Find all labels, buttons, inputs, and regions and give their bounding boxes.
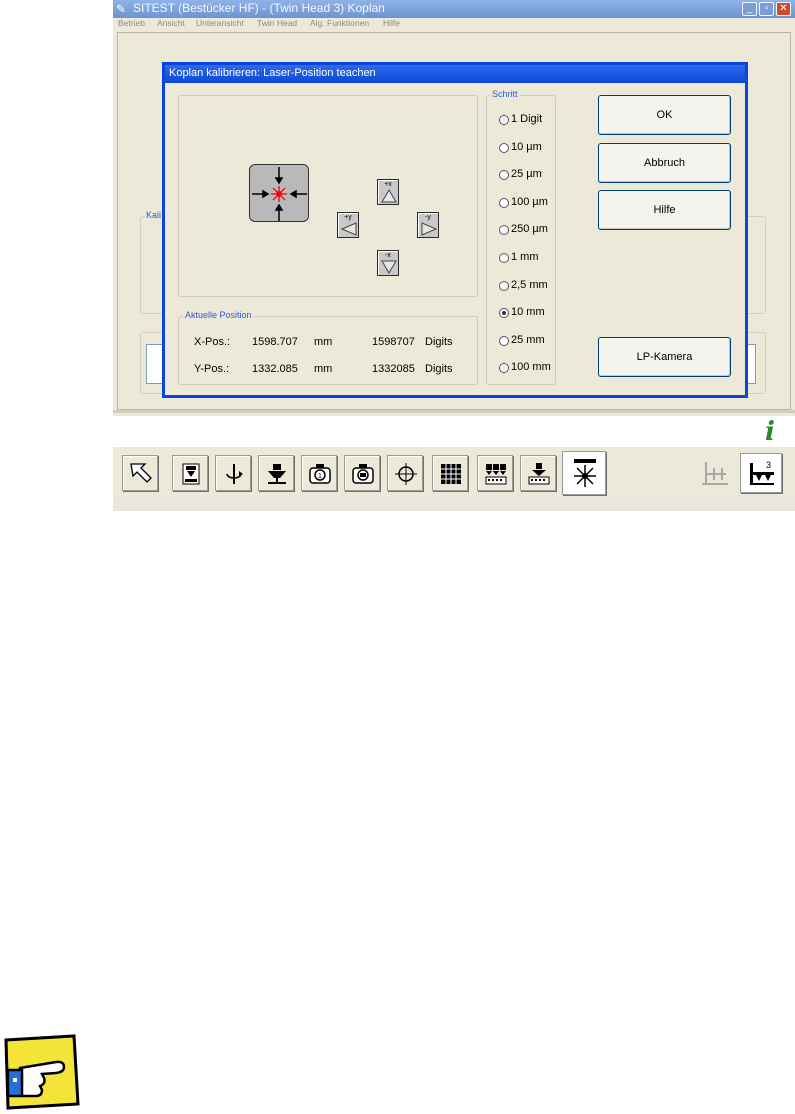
jog-plus-x-label: +x [384, 181, 392, 188]
menu-ansicht[interactable]: Ansicht [157, 18, 185, 28]
radio-button-icon[interactable] [499, 197, 509, 208]
y-pos-mm-unit: mm [314, 363, 333, 375]
step-option-label: 2,5 mm [511, 278, 548, 291]
step-option-label: 1 mm [511, 251, 539, 263]
camera-2-icon[interactable] [344, 455, 380, 491]
position-group-label: Aktuelle Position [183, 310, 254, 320]
menu-twin-head[interactable]: Twin Head [257, 18, 297, 28]
dialog-title-bar: Koplan kalibrieren: Laser-Position teach… [165, 65, 745, 83]
background-group-label: Kali [145, 210, 163, 220]
ok-button[interactable]: OK [598, 95, 731, 135]
dialog-title: Koplan kalibrieren: Laser-Position teach… [169, 67, 376, 79]
camera-1-icon[interactable]: 1 [301, 455, 337, 491]
step-radio-list: 1 Digit 10 µm 25 µm 100 µm 250 µm 1 mm 2,5 mm 1… [499, 113, 555, 383]
twin-head-number: 3 [766, 460, 771, 470]
menu-betrieb[interactable]: Betrieb [118, 18, 145, 28]
rotate-axis-icon[interactable] [215, 455, 251, 491]
jog-minus-x-button[interactable]: -x [377, 250, 399, 276]
minimize-button[interactable]: _ [742, 2, 757, 16]
step-option[interactable]: 2,5 mm [499, 279, 559, 293]
step-option[interactable]: 1 mm [499, 251, 559, 265]
radio-button-icon[interactable] [499, 363, 509, 374]
app-icon: ✎ [116, 2, 127, 16]
step-option[interactable]: 100 mm [499, 361, 559, 375]
load-board-icon[interactable] [172, 455, 208, 491]
step-option-label: 10 µm [511, 140, 542, 153]
step-option[interactable]: 10 µm [499, 141, 559, 155]
step-option[interactable]: 100 µm [499, 196, 559, 210]
cancel-button[interactable]: Abbruch [598, 143, 731, 183]
jog-minus-x-label: -x [385, 252, 391, 259]
step-option[interactable]: 10 mm [499, 306, 559, 320]
radio-button-icon[interactable] [499, 335, 509, 346]
jog-group: +x +y -y -x [178, 95, 478, 297]
lp-camera-button[interactable]: LP-Kamera [598, 337, 731, 377]
pointer-icon[interactable] [122, 455, 158, 491]
step-option-label: 1 Digit [511, 113, 543, 125]
radio-button-icon[interactable] [499, 142, 509, 153]
step-option-label: 25 mm [511, 333, 545, 346]
radio-button-icon[interactable] [499, 280, 509, 291]
y-pos-digits-value: 1332085 [372, 363, 415, 375]
svg-text:1: 1 [318, 473, 322, 480]
status-strip [113, 497, 795, 511]
jog-plus-y-label: +y [344, 214, 352, 221]
x-pos-digits-unit: Digits [425, 336, 453, 348]
menu-alg-funktionen[interactable]: Alg. Funktionen [310, 18, 369, 28]
pointing-hand-icon [2, 1034, 80, 1110]
step-option[interactable]: 1 Digit [499, 113, 559, 127]
grid-icon[interactable] [432, 455, 468, 491]
jog-plus-x-button[interactable]: +x [377, 179, 399, 205]
menu-unteransicht[interactable]: Unteransicht [196, 18, 244, 28]
radio-button-icon[interactable] [499, 308, 509, 319]
x-pos-mm-unit: mm [314, 336, 333, 348]
y-pos-digits-unit: Digits [425, 363, 453, 375]
step-option-label: 25 µm [511, 168, 542, 181]
radio-button-icon[interactable] [499, 170, 509, 181]
laser-icon[interactable] [562, 451, 606, 495]
laser-teach-dialog: Koplan kalibrieren: Laser-Position teach… [162, 62, 748, 398]
y-pos-label: Y-Pos.: [194, 363, 230, 375]
radio-button-icon[interactable] [499, 115, 509, 125]
step-option-label: 100 mm [511, 361, 551, 374]
arrow-left-icon [341, 222, 357, 236]
step-option[interactable]: 25 mm [499, 334, 559, 348]
window-title: SITEST (Bestücker HF) - (Twin Head 3) Ko… [133, 1, 385, 15]
title-bar: ✎ SITEST (Bestücker HF) - (Twin Head 3) … [113, 0, 795, 18]
x-pos-digits-value: 1598707 [372, 336, 415, 348]
laser-target-button[interactable] [249, 164, 309, 222]
restore-button[interactable]: ▫ [759, 2, 774, 16]
step-group-label: Schritt [490, 89, 520, 99]
jog-minus-y-button[interactable]: -y [417, 212, 439, 238]
x-pos-label: X-Pos.: [194, 336, 231, 348]
step-option[interactable]: 25 µm [499, 168, 559, 182]
arrow-up-icon [381, 189, 397, 203]
step-option-label: 10 mm [511, 306, 545, 319]
jog-plus-y-button[interactable]: +y [337, 212, 359, 238]
window-bottom-edge [113, 410, 795, 413]
step-option[interactable]: 250 µm [499, 223, 559, 237]
laser-target-icon [252, 167, 307, 221]
menu-bar: Betrieb Ansicht Unteransicht Twin Head A… [113, 18, 795, 31]
feeder-icon[interactable] [520, 455, 556, 491]
step-option-label: 100 µm [511, 195, 548, 208]
feeder-disabled-icon [700, 458, 730, 488]
x-pos-mm-value: 1598.707 [252, 336, 298, 348]
radio-button-icon[interactable] [499, 253, 509, 263]
arrow-down-icon [381, 260, 397, 274]
twin-head-3-icon[interactable]: 3 [740, 453, 782, 493]
help-button[interactable]: Hilfe [598, 190, 731, 230]
menu-hilfe[interactable]: Hilfe [383, 18, 400, 28]
jog-minus-y-label: -y [425, 214, 431, 221]
close-button[interactable]: ✕ [776, 2, 791, 16]
step-option-label: 250 µm [511, 223, 548, 236]
info-icon[interactable]: i [758, 419, 782, 445]
y-pos-mm-value: 1332.085 [252, 363, 298, 375]
radio-button-icon[interactable] [499, 225, 509, 236]
feeder-array-icon[interactable] [477, 455, 513, 491]
arrow-right-icon [421, 222, 437, 236]
nozzle-icon[interactable] [258, 455, 294, 491]
crosshair-icon[interactable] [387, 455, 423, 491]
